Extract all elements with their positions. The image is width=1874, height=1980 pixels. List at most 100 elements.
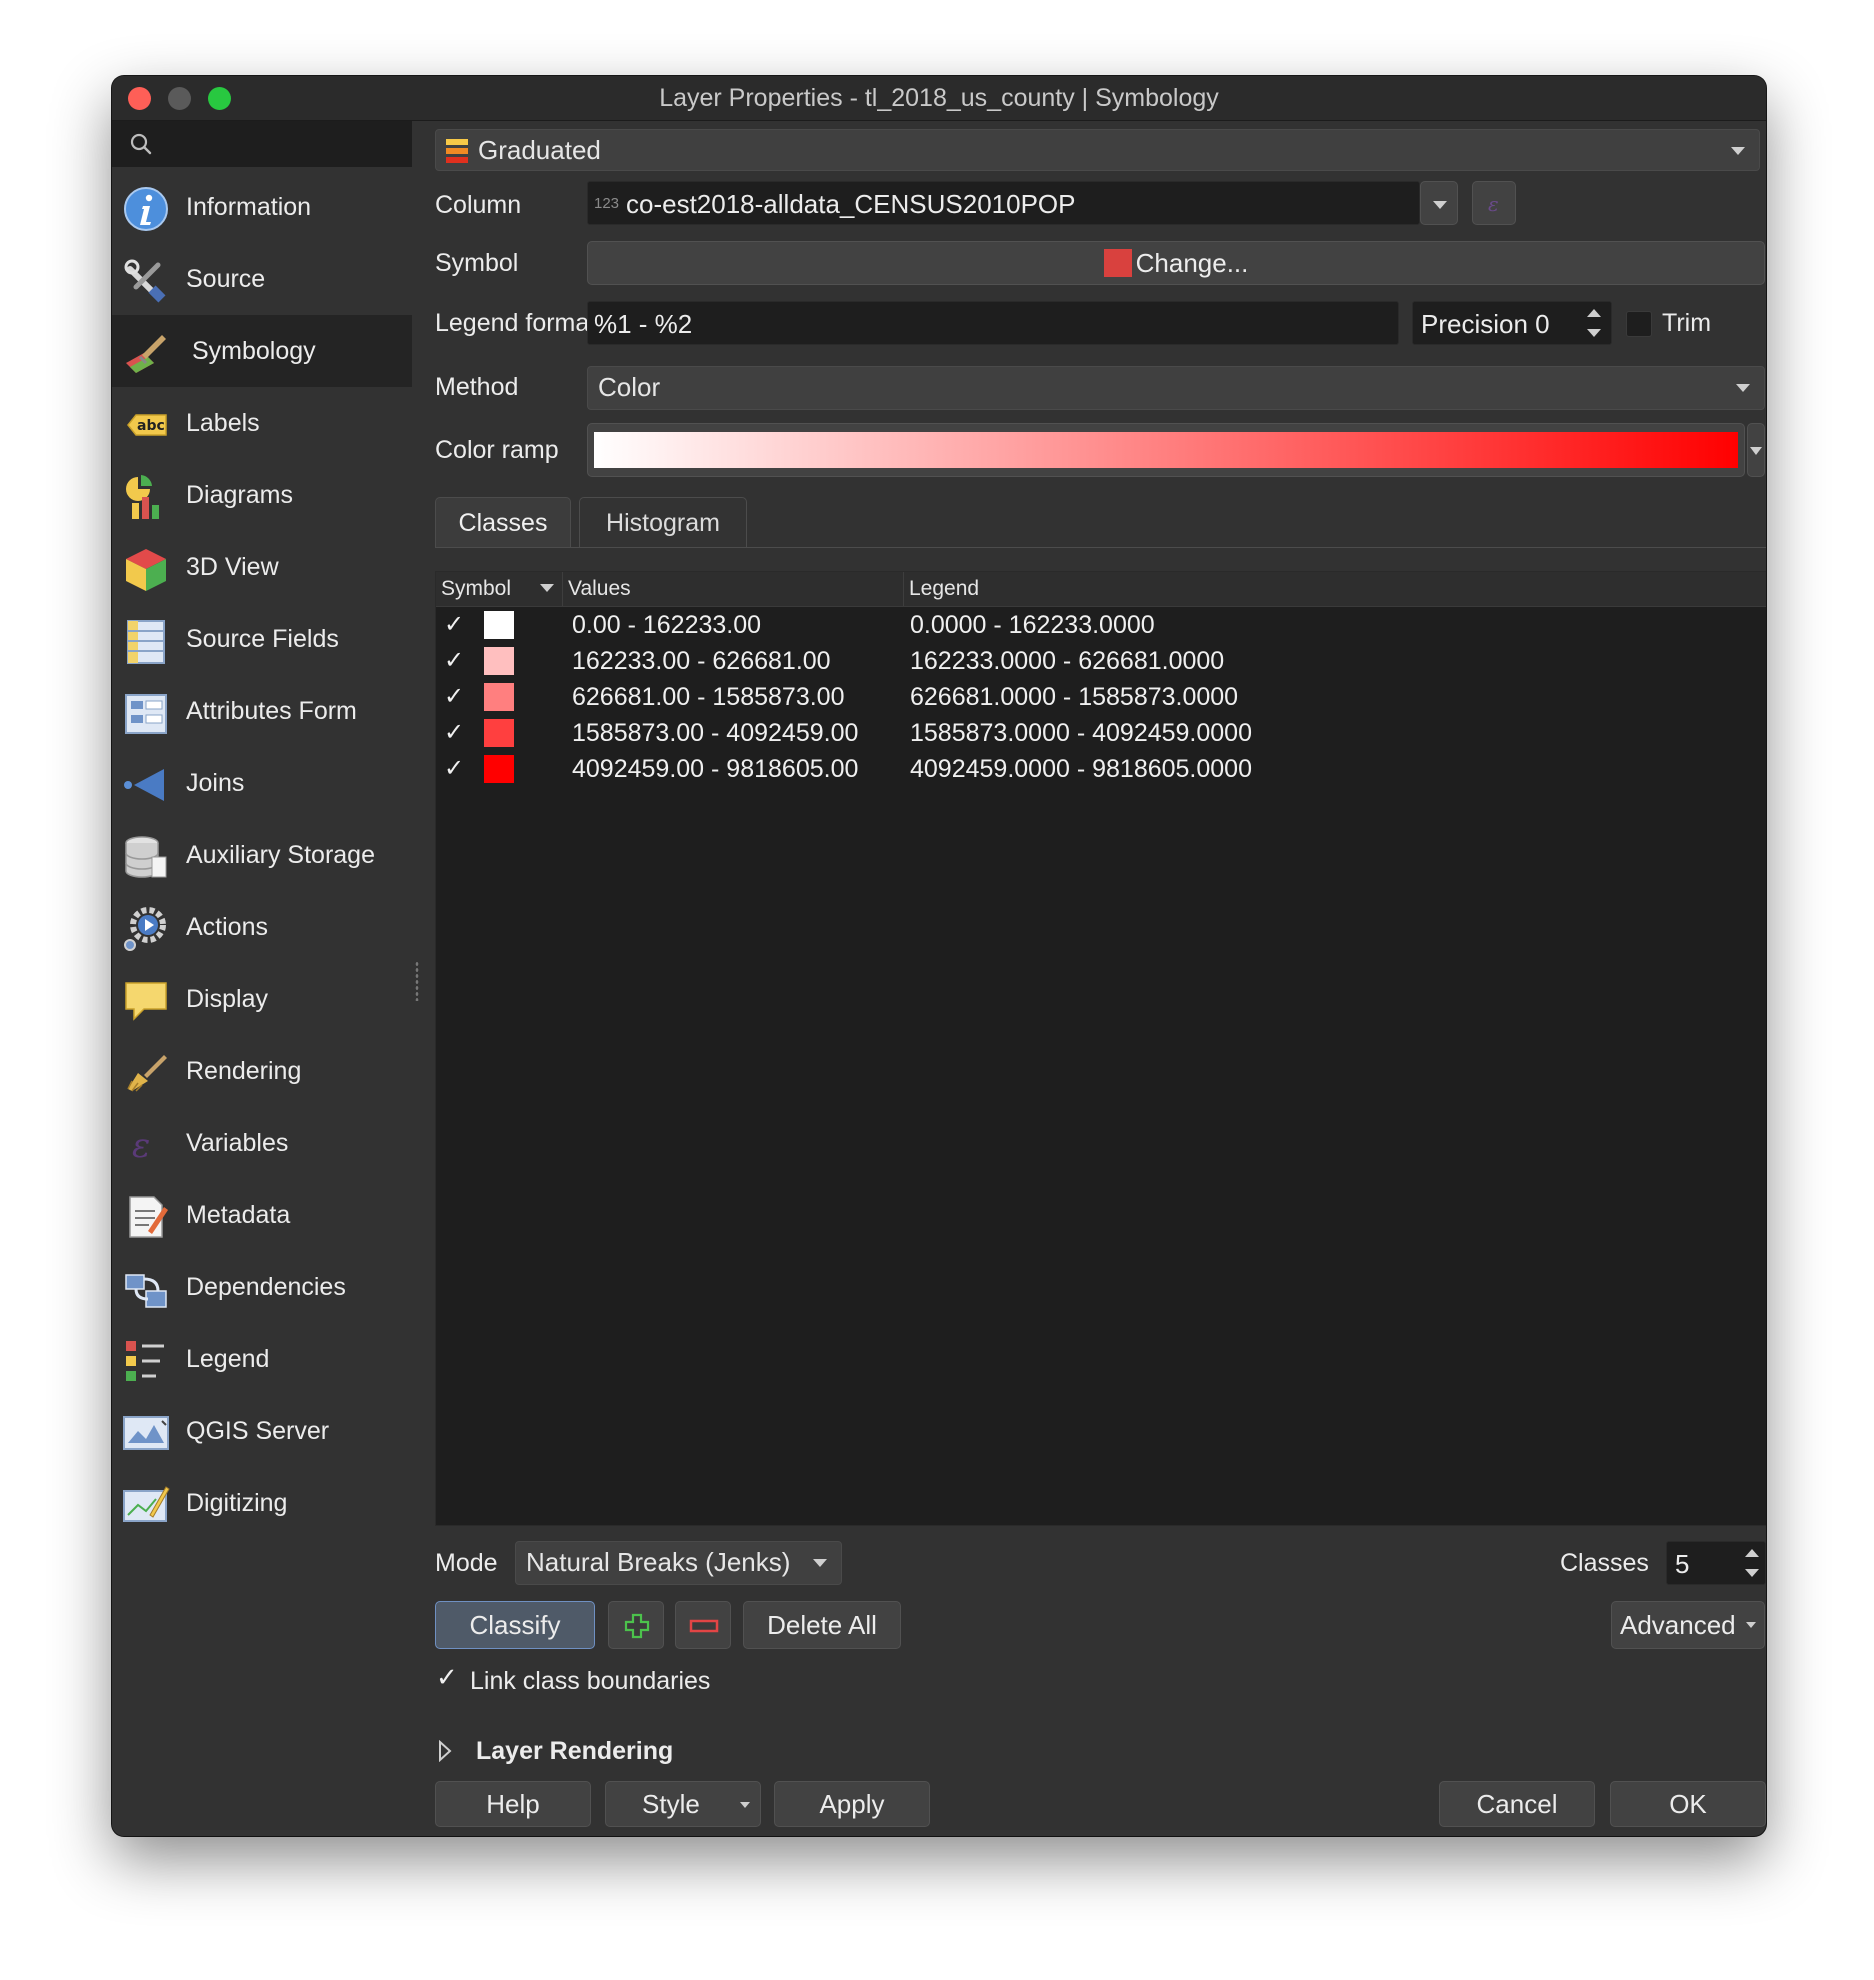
class-values[interactable]: 626681.00 - 1585873.00: [572, 679, 844, 715]
expression-builder-button[interactable]: ε: [1472, 181, 1516, 225]
sidebar-item-information[interactable]: Information: [112, 171, 412, 243]
tab-classes[interactable]: Classes: [435, 497, 571, 547]
database-icon: [125, 836, 167, 878]
source-fields-icon: [127, 620, 165, 664]
color-ramp-button[interactable]: [587, 423, 1745, 477]
symbol-header-label: Symbol: [441, 577, 512, 600]
disclosure-triangle-icon[interactable]: [438, 1740, 452, 1762]
classes-table[interactable]: Symbol Values Legend ✓ 0.00 - 162233.00 …: [435, 571, 1766, 1526]
column-field-input[interactable]: 123 co-est2018-alldata_CENSUS2010POP: [587, 181, 1420, 225]
advanced-menu-button[interactable]: Advanced: [1611, 1601, 1765, 1649]
add-class-button[interactable]: [608, 1601, 664, 1649]
class-color-swatch[interactable]: [484, 683, 514, 711]
class-legend[interactable]: 1585873.0000 - 4092459.0000: [910, 715, 1252, 751]
delete-all-button[interactable]: Delete All: [743, 1601, 901, 1649]
method-dropdown[interactable]: Color: [587, 366, 1765, 410]
class-values[interactable]: 0.00 - 162233.00: [572, 607, 761, 643]
cancel-button[interactable]: Cancel: [1439, 1781, 1595, 1827]
sidebar-item-digitizing[interactable]: Digitizing: [112, 1467, 412, 1539]
table-row[interactable]: ✓ 4092459.00 - 9818605.00 4092459.0000 -…: [436, 751, 1766, 787]
sidebar-item-variables[interactable]: ε Variables: [112, 1107, 412, 1179]
svg-text:ε: ε: [1488, 192, 1499, 216]
classes-table-header: Symbol Values Legend: [436, 572, 1766, 607]
trim-checkbox[interactable]: [1626, 311, 1652, 337]
class-color-swatch[interactable]: [484, 755, 514, 783]
sidebar-item-actions[interactable]: Actions: [112, 891, 412, 963]
class-legend[interactable]: 0.0000 - 162233.0000: [910, 607, 1155, 643]
delete-class-button[interactable]: [675, 1601, 731, 1649]
sidebar-item-source-fields[interactable]: Source Fields: [112, 603, 412, 675]
tab-histogram[interactable]: Histogram: [579, 497, 747, 547]
legend-format-input[interactable]: %1 - %2: [587, 301, 1399, 345]
sidebar-item-qgis-server[interactable]: QGIS Server: [112, 1395, 412, 1467]
classify-button[interactable]: Classify: [435, 1601, 595, 1649]
classes-stepper-arrows[interactable]: [1743, 1545, 1761, 1581]
classes-count-spinbox[interactable]: 5: [1666, 1541, 1766, 1585]
legend-icon: [126, 1341, 164, 1381]
minimize-window-button[interactable]: [168, 87, 191, 110]
class-visibility-checkbox[interactable]: ✓: [444, 717, 468, 747]
class-legend[interactable]: 4092459.0000 - 9818605.0000: [910, 751, 1252, 787]
values-header-label: Values: [568, 577, 631, 600]
chevron-down-icon: [1433, 201, 1447, 209]
style-menu-button[interactable]: Style: [605, 1781, 761, 1827]
class-visibility-checkbox[interactable]: ✓: [444, 753, 468, 783]
legend-header-label: Legend: [909, 577, 980, 600]
sidebar-item-symbology[interactable]: Symbology: [112, 315, 412, 387]
table-row[interactable]: ✓ 626681.00 - 1585873.00 626681.0000 - 1…: [436, 679, 1766, 715]
sort-arrow-icon: [540, 584, 554, 592]
apply-button[interactable]: Apply: [774, 1781, 930, 1827]
class-color-swatch[interactable]: [484, 719, 514, 747]
class-values[interactable]: 1585873.00 - 4092459.00: [572, 715, 858, 751]
class-legend[interactable]: 162233.0000 - 626681.0000: [910, 643, 1224, 679]
class-visibility-checkbox[interactable]: ✓: [444, 609, 468, 639]
sidebar-item-display[interactable]: Display: [112, 963, 412, 1035]
sidebar-item-source[interactable]: Source: [112, 243, 412, 315]
class-color-swatch[interactable]: [484, 611, 514, 639]
title-bar: Layer Properties - tl_2018_us_county | S…: [112, 76, 1766, 121]
table-row[interactable]: ✓ 1585873.00 - 4092459.00 1585873.0000 -…: [436, 715, 1766, 751]
sidebar-item-attributes-form[interactable]: Attributes Form: [112, 675, 412, 747]
class-color-swatch[interactable]: [484, 647, 514, 675]
legend-column-header[interactable]: Legend: [904, 572, 1766, 606]
help-button[interactable]: Help: [435, 1781, 591, 1827]
renderer-type-dropdown[interactable]: Graduated: [435, 129, 1760, 171]
change-symbol-button[interactable]: Change...: [587, 241, 1765, 285]
sidebar-search-input[interactable]: [112, 121, 412, 167]
panel-splitter-handle[interactable]: [415, 961, 419, 1001]
precision-stepper-arrows[interactable]: [1585, 305, 1603, 341]
symbol-column-header[interactable]: Symbol: [436, 572, 563, 606]
graduated-renderer-icon: [446, 139, 468, 163]
sidebar-item-labels[interactable]: abc Labels: [112, 387, 412, 459]
information-icon: [124, 187, 168, 231]
sidebar-item-dependencies[interactable]: Dependencies: [112, 1251, 412, 1323]
close-window-button[interactable]: [128, 87, 151, 110]
sidebar-item-joins[interactable]: Joins: [112, 747, 412, 819]
sidebar-item-auxiliary-storage[interactable]: Auxiliary Storage: [112, 819, 412, 891]
column-field-value: co-est2018-alldata_CENSUS2010POP: [626, 189, 1076, 219]
layer-rendering-section-toggle[interactable]: Layer Rendering: [476, 1729, 673, 1773]
class-visibility-checkbox[interactable]: ✓: [444, 681, 468, 711]
class-visibility-checkbox[interactable]: ✓: [444, 645, 468, 675]
sidebar-item-rendering[interactable]: Rendering: [112, 1035, 412, 1107]
zoom-window-button[interactable]: [208, 87, 231, 110]
color-ramp-dropdown-button[interactable]: [1747, 423, 1765, 477]
sidebar-item-3d-view[interactable]: 3D View: [112, 531, 412, 603]
svg-text:ε: ε: [132, 1126, 150, 1166]
classification-mode-dropdown[interactable]: Natural Breaks (Jenks): [515, 1541, 842, 1585]
precision-spinbox[interactable]: Precision 0: [1412, 301, 1612, 345]
sidebar-item-label: Auxiliary Storage: [186, 841, 375, 869]
table-row[interactable]: ✓ 162233.00 - 626681.00 162233.0000 - 62…: [436, 643, 1766, 679]
sidebar-item-diagrams[interactable]: Diagrams: [112, 459, 412, 531]
class-values[interactable]: 162233.00 - 626681.00: [572, 643, 831, 679]
class-legend[interactable]: 626681.0000 - 1585873.0000: [910, 679, 1238, 715]
sidebar-item-metadata[interactable]: Metadata: [112, 1179, 412, 1251]
table-row[interactable]: ✓ 0.00 - 162233.00 0.0000 - 162233.0000: [436, 607, 1766, 643]
class-values[interactable]: 4092459.00 - 9818605.00: [572, 751, 858, 787]
column-dropdown-button[interactable]: [1420, 181, 1458, 225]
link-class-boundaries-checkbox[interactable]: ✓: [436, 1662, 458, 1693]
sidebar-item-legend[interactable]: Legend: [112, 1323, 412, 1395]
values-column-header[interactable]: Values: [563, 572, 904, 606]
ok-button[interactable]: OK: [1610, 1781, 1766, 1827]
svg-text:abc: abc: [137, 418, 165, 434]
